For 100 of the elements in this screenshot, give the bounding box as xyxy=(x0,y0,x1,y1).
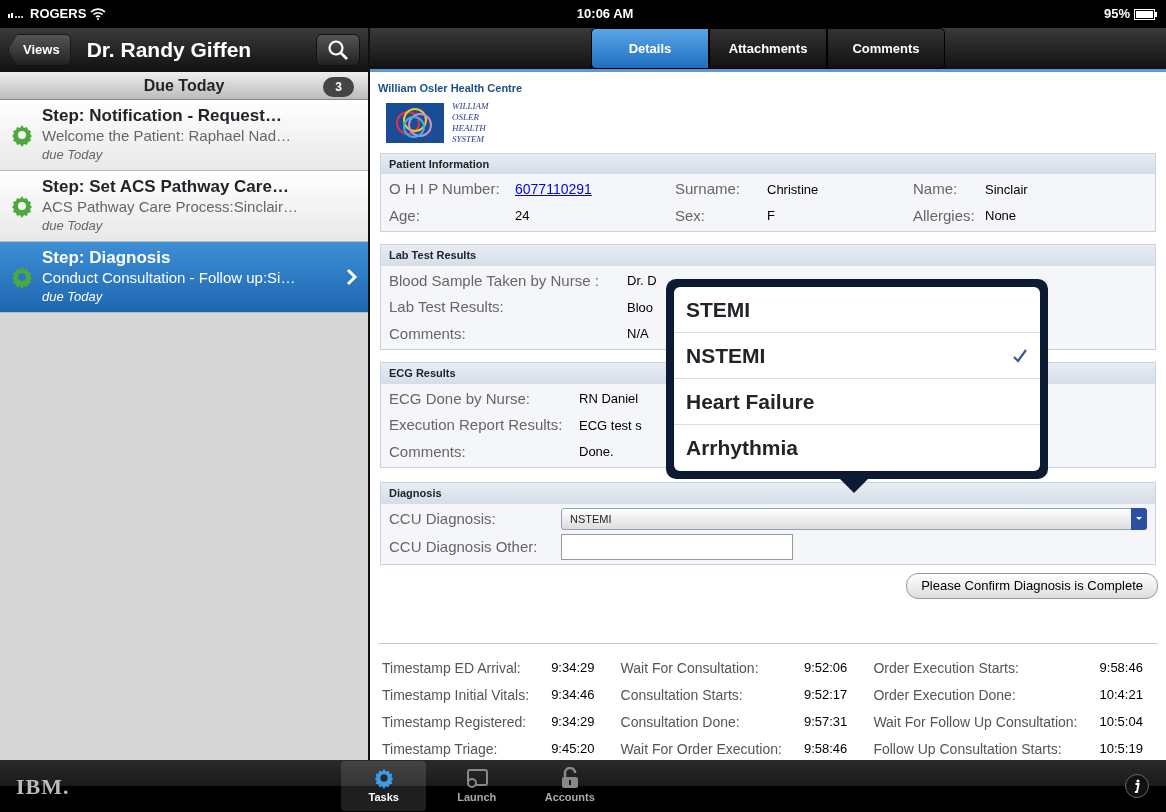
field-label: Comments: xyxy=(389,441,467,462)
field-label: Age: xyxy=(389,205,421,226)
field-value: Christine xyxy=(767,180,819,199)
timestamp-label: Consultation Done: xyxy=(620,712,741,732)
field-label: Allergies: xyxy=(913,205,976,226)
timestamp-label: Timestamp ED Arrival: xyxy=(382,658,522,678)
timestamp-value: 9:34:29 xyxy=(551,658,596,677)
field-value: F xyxy=(767,207,775,225)
field-value: N/A xyxy=(627,325,649,343)
checkmark-icon xyxy=(1012,347,1028,364)
timestamp-label: Timestamp Triage: xyxy=(382,739,499,759)
task-row[interactable]: Step: Notification - Request… Welcome the Patient: Raphael Nad… due Today xyxy=(0,100,368,171)
gear-icon xyxy=(10,123,34,147)
segment-tab[interactable]: Details xyxy=(591,27,709,70)
field-label: ECG Done by Nurse: xyxy=(389,388,531,409)
field-label: CCU Diagnosis Other: xyxy=(389,536,539,557)
wifi-icon xyxy=(90,8,107,20)
popover-option[interactable]: STEMI xyxy=(674,287,1040,333)
organization-name: William Osler Health Centre xyxy=(378,81,524,96)
padlock-icon xyxy=(559,766,580,789)
signal-icon xyxy=(8,10,26,18)
timestamp-value: 9:52:06 xyxy=(803,658,849,677)
battery-percent: 95% xyxy=(1103,5,1130,24)
task-due: due Today xyxy=(42,216,104,235)
info-icon xyxy=(1124,773,1150,799)
search-icon xyxy=(327,39,349,61)
task-title: Step: Notification - Request… xyxy=(42,105,283,126)
tab-bar-item[interactable]: Tasks xyxy=(341,761,427,811)
task-subtitle: ACS Pathway Care Process:Sinclair… xyxy=(42,196,299,216)
timestamp-value: 9:34:46 xyxy=(551,685,596,704)
ibm-logo: IBM. xyxy=(16,772,70,801)
gear-icon xyxy=(10,194,34,218)
field-label: CCU Diagnosis: xyxy=(389,508,497,529)
task-title: Step: Set ACS Pathway Care… xyxy=(42,176,290,197)
task-row[interactable]: Step: Set ACS Pathway Care… ACS Pathway Care Process:Sinclair… due Today xyxy=(0,171,368,242)
field-label: O H I P Number: xyxy=(389,179,501,199)
timestamp-value: 9:34:29 xyxy=(551,712,596,731)
task-due: due Today xyxy=(42,287,104,306)
popover-option[interactable]: NSTEMI xyxy=(674,333,1040,379)
gear-icon xyxy=(10,265,34,289)
field-label: Comments: xyxy=(389,323,467,344)
field-value: Bloo xyxy=(627,298,654,317)
timestamp-label: Wait For Consultation: xyxy=(620,658,760,678)
field-label: Surname: xyxy=(675,179,742,199)
logo-text: WILLIAM OSLER HEALTH SYSTEM xyxy=(452,100,489,145)
timestamp-label: Wait For Follow Up Consultation: xyxy=(873,712,1079,732)
timestamp-value: 9:58:46 xyxy=(1099,658,1144,677)
field-label: Execution Report Results: xyxy=(389,415,564,435)
timestamp-label: Order Execution Starts: xyxy=(873,658,1020,678)
timestamp-value: 10:5:19 xyxy=(1099,739,1144,758)
field-value: Sinclair xyxy=(985,180,1028,199)
info-button[interactable] xyxy=(1124,773,1150,799)
timestamp-value: 10:5:04 xyxy=(1099,712,1144,731)
carrier-name: ROGERS xyxy=(30,5,87,24)
segment-tab[interactable]: Attachments xyxy=(709,27,827,70)
timestamp-value: 9:58:46 xyxy=(803,739,849,758)
count-badge: 3 xyxy=(323,77,354,97)
field-value: Dr. D xyxy=(627,272,657,290)
field-value: None xyxy=(985,207,1017,225)
task-due: due Today xyxy=(42,145,104,164)
segment-tab[interactable]: Comments xyxy=(827,27,945,70)
task-title: Step: Diagnosis xyxy=(42,247,172,268)
timestamp-label: Wait For Order Execution: xyxy=(620,739,783,759)
field-label: Name: xyxy=(913,179,959,199)
popover-option[interactable]: Arrhythmia xyxy=(674,425,1040,471)
task-row[interactable]: Step: Diagnosis Conduct Consultation - Follow up:Si… due Today xyxy=(0,242,368,313)
window-icon xyxy=(464,766,489,789)
back-button[interactable]: Views xyxy=(8,34,71,66)
status-time: 10:06 AM xyxy=(576,5,634,24)
caret-icon xyxy=(1136,517,1142,521)
field-label: Sex: xyxy=(675,205,706,226)
tab-bar-item[interactable]: Launch xyxy=(434,761,520,811)
confirm-button[interactable]: Please Confirm Diagnosis is Complete xyxy=(906,573,1158,599)
battery-icon xyxy=(1134,8,1158,20)
timestamp-label: Timestamp Initial Vitals: xyxy=(382,685,531,705)
field-value: 24 xyxy=(515,207,530,225)
nav-title: Dr. Randy Giffen xyxy=(86,37,253,64)
timestamp-value: 9:45:20 xyxy=(551,739,596,758)
timestamp-label: Timestamp Registered: xyxy=(382,712,528,732)
timestamp-value: 9:52:17 xyxy=(803,685,849,704)
field-value: Done. xyxy=(579,443,614,461)
panel-header: Patient Information xyxy=(381,153,1155,174)
ohip-number-link[interactable]: 6077110291 xyxy=(515,178,675,200)
search-button[interactable] xyxy=(316,34,360,66)
task-subtitle: Conduct Consultation - Follow up:Si… xyxy=(42,267,297,287)
timestamp-value: 10:4:21 xyxy=(1099,685,1144,704)
panel-header: Diagnosis xyxy=(381,483,1155,504)
field-value: RN Daniel xyxy=(579,390,639,408)
panel-header: Lab Test Results xyxy=(381,245,1155,266)
diagnosis-other-field[interactable] xyxy=(561,534,793,560)
diagnosis-dropdown[interactable]: NSTEMI xyxy=(561,507,1147,530)
timestamp-label: Order Execution Done: xyxy=(873,685,1017,705)
timestamp-value: 9:57:31 xyxy=(803,712,849,731)
timestamp-label: Follow Up Consultation Starts: xyxy=(873,739,1063,759)
field-label: Blood Sample Taken by Nurse : xyxy=(389,270,600,291)
timestamp-label: Consultation Starts: xyxy=(620,685,744,705)
task-subtitle: Welcome the Patient: Raphael Nad… xyxy=(42,125,293,145)
popover-option[interactable]: Heart Failure xyxy=(674,379,1040,425)
rings-logo-icon xyxy=(386,102,444,143)
tab-bar-item[interactable]: Accounts xyxy=(527,761,613,811)
